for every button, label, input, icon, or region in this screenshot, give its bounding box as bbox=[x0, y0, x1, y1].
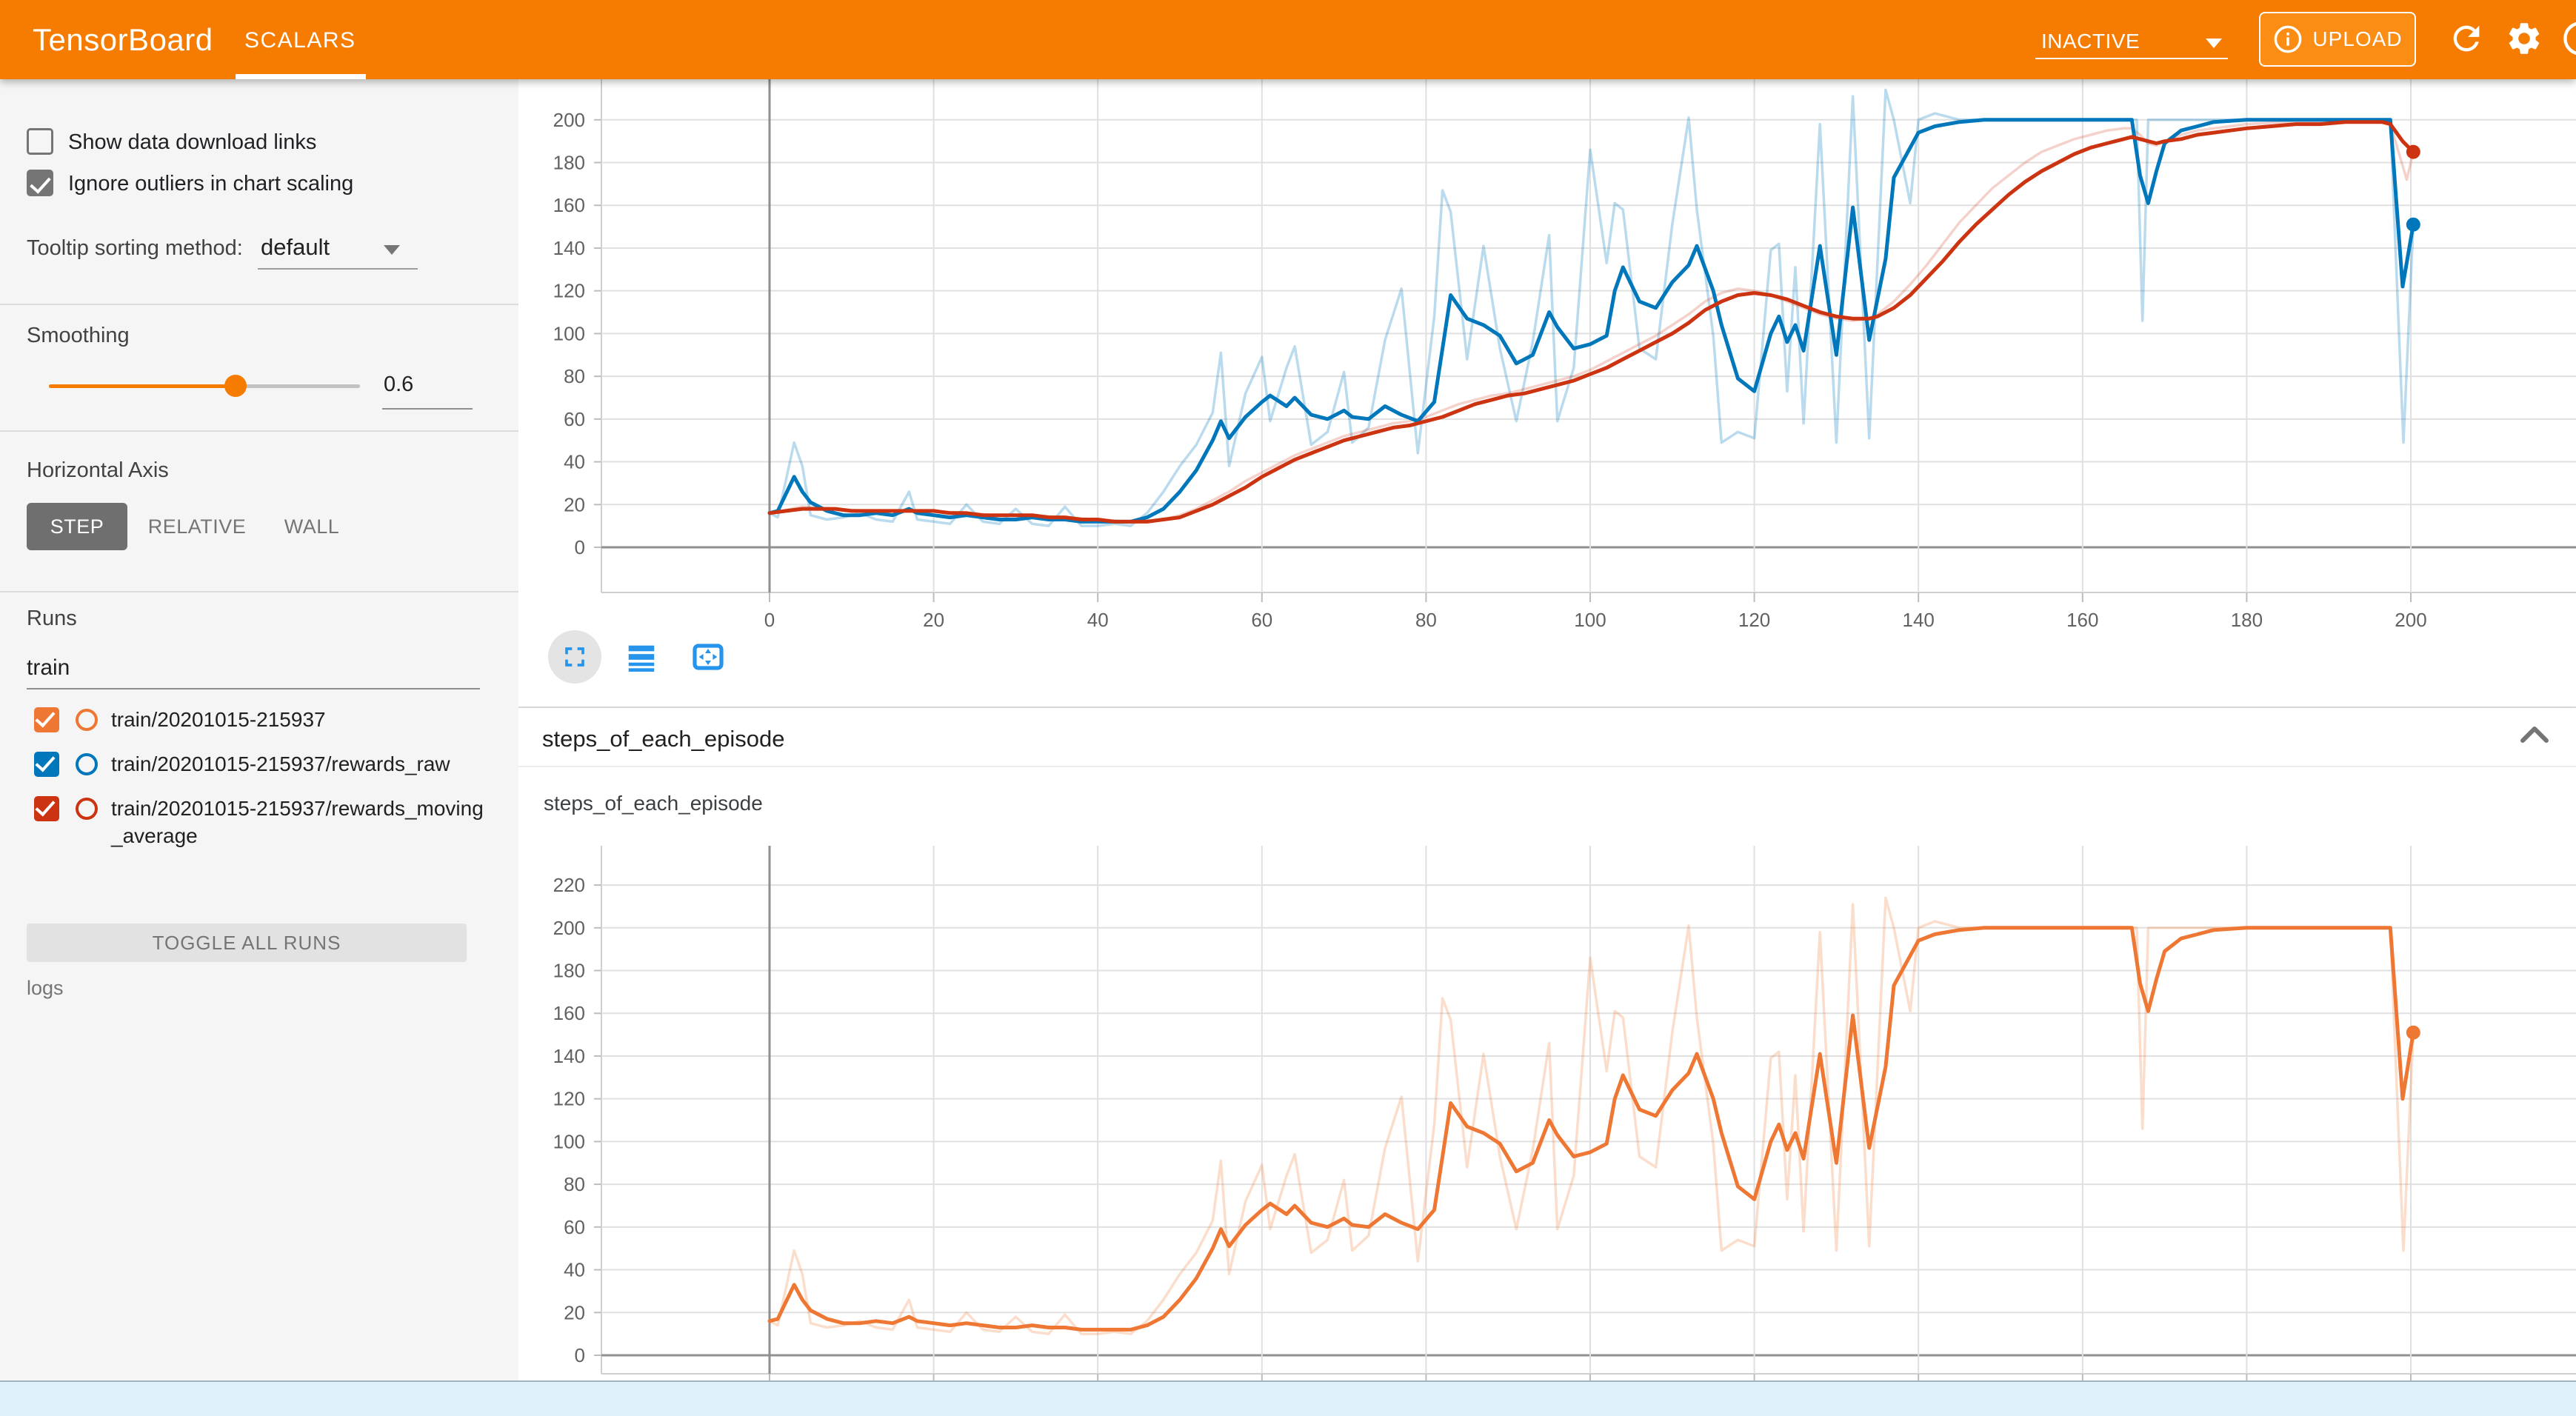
chevron-down-icon[interactable] bbox=[384, 245, 400, 255]
axis-relative-button[interactable]: RELATIVE bbox=[145, 503, 249, 550]
svg-text:60: 60 bbox=[564, 1216, 585, 1238]
show-download-links-checkbox[interactable] bbox=[27, 128, 53, 155]
svg-text:180: 180 bbox=[553, 152, 585, 174]
svg-text:120: 120 bbox=[1738, 609, 1770, 627]
run-color-swatch[interactable] bbox=[76, 709, 98, 731]
svg-text:220: 220 bbox=[553, 874, 585, 896]
runs-filter-input[interactable]: train bbox=[27, 655, 70, 681]
tooltip-sorting-dropdown[interactable]: default bbox=[261, 234, 330, 261]
svg-text:80: 80 bbox=[564, 1173, 585, 1195]
steps-chart[interactable]: 0 20 40 60 80 100 120 140 160 180 200 220 bbox=[518, 833, 2576, 1380]
svg-text:20: 20 bbox=[564, 493, 585, 515]
svg-text:60: 60 bbox=[1251, 609, 1272, 627]
svg-text:100: 100 bbox=[553, 322, 585, 344]
divider bbox=[518, 766, 2576, 767]
upload-button[interactable]: UPLOAD bbox=[2259, 12, 2416, 67]
svg-text:40: 40 bbox=[1087, 609, 1109, 627]
fit-domain-icon[interactable] bbox=[681, 630, 735, 684]
svg-text:160: 160 bbox=[2066, 609, 2098, 627]
smoothing-slider-fill bbox=[49, 384, 236, 388]
run-checkbox[interactable] bbox=[34, 796, 59, 821]
tooltip-sorting-label: Tooltip sorting method: bbox=[27, 236, 243, 261]
run-color-swatch[interactable] bbox=[76, 753, 98, 775]
tag-section-title: steps_of_each_episode bbox=[542, 726, 784, 752]
info-icon bbox=[2272, 24, 2303, 55]
refresh-icon[interactable] bbox=[2447, 19, 2486, 58]
toggle-all-runs-button[interactable]: TOGGLE ALL RUNS bbox=[27, 924, 467, 962]
svg-text:200: 200 bbox=[2395, 609, 2426, 627]
svg-text:140: 140 bbox=[553, 1045, 585, 1067]
axis-step-button[interactable]: STEP bbox=[27, 503, 127, 550]
axis-wall-button[interactable]: WALL bbox=[278, 503, 345, 550]
divider bbox=[0, 591, 518, 592]
run-checkbox[interactable] bbox=[34, 707, 59, 732]
series-list-icon[interactable] bbox=[615, 630, 668, 684]
run-label: train/20201015-215937 bbox=[111, 706, 493, 733]
logs-label: logs bbox=[27, 977, 64, 1000]
run-label: train/20201015-215937/rewards_moving_ave… bbox=[111, 795, 493, 849]
svg-text:160: 160 bbox=[553, 194, 585, 216]
upload-label: UPLOAD bbox=[2312, 27, 2402, 51]
svg-text:120: 120 bbox=[553, 1088, 585, 1110]
main-content: 0204060801001201401601802000204060801001… bbox=[518, 79, 2576, 1380]
svg-text:100: 100 bbox=[553, 1130, 585, 1152]
runs-section-label: Runs bbox=[27, 607, 77, 631]
tag-section-header: steps_of_each_episode bbox=[518, 708, 2576, 766]
svg-text:80: 80 bbox=[564, 365, 585, 387]
run-color-swatch[interactable] bbox=[76, 798, 98, 820]
status-label: INACTIVE bbox=[2041, 30, 2140, 53]
svg-text:60: 60 bbox=[564, 408, 585, 430]
status-dropdown[interactable]: INACTIVE bbox=[2041, 25, 2228, 58]
tab-active-underline bbox=[236, 74, 366, 79]
svg-text:40: 40 bbox=[564, 451, 585, 473]
chart-card-title: steps_of_each_episode bbox=[544, 792, 763, 815]
svg-text:100: 100 bbox=[1574, 609, 1606, 627]
run-label: train/20201015-215937/rewards_raw bbox=[111, 750, 493, 778]
svg-text:0: 0 bbox=[764, 609, 775, 627]
smoothing-slider[interactable] bbox=[49, 384, 360, 388]
chevron-down-icon bbox=[2206, 39, 2222, 48]
svg-text:200: 200 bbox=[553, 917, 585, 939]
rewards-chart[interactable]: 0 20 40 60 80 100 120 140 160 180 200 0 20 40 60 80 100 1… bbox=[518, 79, 2576, 627]
show-download-links-label: Show data download links bbox=[68, 130, 316, 155]
divider bbox=[0, 304, 518, 305]
status-dropdown-underline bbox=[2035, 58, 2228, 59]
svg-text:140: 140 bbox=[1903, 609, 1935, 627]
horizontal-scrollbar[interactable] bbox=[0, 1380, 2576, 1416]
svg-text:180: 180 bbox=[553, 960, 585, 982]
svg-text:80: 80 bbox=[1415, 609, 1437, 627]
tooltip-dropdown-underline bbox=[258, 268, 418, 270]
chart-toolbar bbox=[548, 627, 735, 687]
svg-text:20: 20 bbox=[564, 1301, 585, 1323]
settings-sidebar: Show data download links Ignore outliers… bbox=[0, 79, 518, 1380]
horizontal-axis-label: Horizontal Axis bbox=[27, 458, 169, 483]
smoothing-value-underline bbox=[382, 408, 473, 410]
tab-scalars[interactable]: SCALARS bbox=[244, 28, 356, 53]
settings-icon[interactable] bbox=[2505, 19, 2543, 58]
svg-text:140: 140 bbox=[553, 237, 585, 259]
svg-text:120: 120 bbox=[553, 280, 585, 302]
run-checkbox[interactable] bbox=[34, 752, 59, 777]
ignore-outliers-label: Ignore outliers in chart scaling bbox=[68, 172, 353, 196]
svg-text:40: 40 bbox=[564, 1259, 585, 1281]
svg-text:20: 20 bbox=[923, 609, 944, 627]
smoothing-label: Smoothing bbox=[27, 324, 130, 348]
smoothing-value-input[interactable]: 0.6 bbox=[384, 373, 413, 397]
app-header: TensorBoard SCALARS INACTIVE UPLOAD bbox=[0, 0, 2576, 79]
svg-text:160: 160 bbox=[553, 1002, 585, 1024]
app-title: TensorBoard bbox=[33, 22, 213, 58]
svg-text:0: 0 bbox=[575, 536, 585, 558]
svg-text:180: 180 bbox=[2231, 609, 2263, 627]
divider bbox=[0, 430, 518, 432]
svg-text:200: 200 bbox=[553, 109, 585, 131]
ignore-outliers-checkbox[interactable] bbox=[27, 170, 53, 196]
fullscreen-icon[interactable] bbox=[548, 630, 601, 684]
collapse-chevron-icon[interactable] bbox=[2518, 724, 2551, 745]
smoothing-slider-thumb[interactable] bbox=[224, 375, 247, 397]
svg-text:0: 0 bbox=[575, 1344, 585, 1366]
runs-filter-underline bbox=[27, 688, 480, 689]
help-icon[interactable] bbox=[2561, 19, 2576, 58]
